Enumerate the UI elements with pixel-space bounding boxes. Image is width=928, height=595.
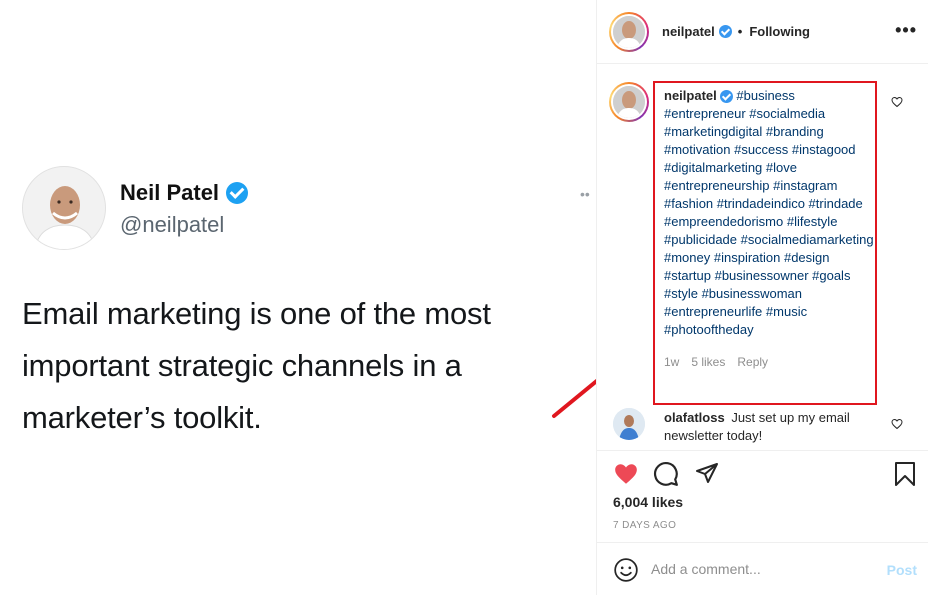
comment-avatar[interactable] xyxy=(613,408,645,440)
tweet-name: Neil Patel xyxy=(120,180,249,206)
header-separator: • xyxy=(737,24,743,39)
bookmark-icon[interactable] xyxy=(894,461,916,487)
post-time: 7 DAYS AGO xyxy=(613,520,677,531)
emoji-icon[interactable] xyxy=(613,557,639,583)
post-sidebar: neilpatel • Following ••• neilpatel #bus… xyxy=(596,0,928,595)
caption-reply-button[interactable]: Reply xyxy=(737,353,768,371)
verified-badge-icon xyxy=(226,182,249,204)
tweet-name-text: Neil Patel xyxy=(120,180,220,205)
caption-meta: 1w 5 likes Reply xyxy=(664,353,874,371)
caption-username[interactable]: neilpatel xyxy=(664,88,717,103)
more-options-icon[interactable]: ••• xyxy=(895,20,917,41)
header-username[interactable]: neilpatel xyxy=(662,24,715,39)
heart-icon[interactable] xyxy=(891,418,903,430)
tweet-avatar xyxy=(22,166,106,250)
avatar[interactable] xyxy=(609,12,649,52)
tweet-more-icon: •• xyxy=(580,186,590,202)
header-user: neilpatel • Following xyxy=(662,24,810,39)
likes-count[interactable]: 6,004 likes xyxy=(613,494,683,510)
following-button[interactable]: Following xyxy=(749,24,810,39)
tweet-text: Email marketing is one of the most impor… xyxy=(22,296,491,435)
caption-hashtags[interactable]: #business #entrepreneur #socialmedia #ma… xyxy=(664,88,874,337)
heart-icon[interactable] xyxy=(891,96,903,108)
comment-username[interactable]: olafatloss xyxy=(664,410,725,425)
caption-avatar[interactable] xyxy=(609,82,649,122)
post-button[interactable]: Post xyxy=(887,562,917,578)
add-comment-bar: Post xyxy=(597,542,928,595)
caption-likes[interactable]: 5 likes xyxy=(691,353,725,371)
verified-badge-icon xyxy=(718,25,732,38)
share-icon[interactable] xyxy=(695,461,719,485)
caption: neilpatel #business #entrepreneur #socia… xyxy=(664,87,874,371)
heart-icon[interactable] xyxy=(613,461,639,487)
verified-badge-icon xyxy=(719,90,733,104)
post-image: Neil Patel @neilpatel Email marketing is… xyxy=(0,0,644,595)
tweet-handle: @neilpatel xyxy=(120,212,225,237)
caption-time: 1w xyxy=(664,355,680,369)
action-bar: 6,004 likes 7 DAYS AGO xyxy=(597,450,928,542)
comment-input[interactable] xyxy=(651,561,871,577)
post-header: neilpatel • Following ••• xyxy=(597,0,928,64)
comment: olafatloss Just set up my email newslett… xyxy=(664,409,879,445)
comment-icon[interactable] xyxy=(653,461,679,487)
